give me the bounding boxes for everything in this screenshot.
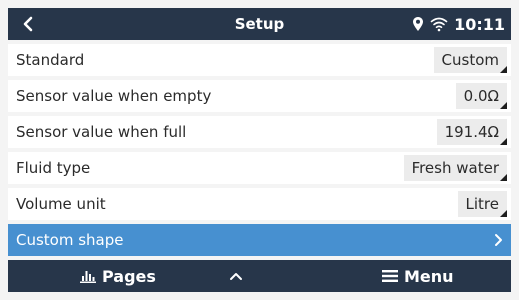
setting-volume-unit[interactable]: Volume unit Litre — [8, 188, 511, 220]
setting-value[interactable]: 0.0Ω — [455, 83, 508, 109]
custom-shape-submenu[interactable]: Custom shape — [8, 224, 511, 256]
location-pin-icon — [413, 17, 424, 31]
setting-sensor-empty[interactable]: Sensor value when empty 0.0Ω — [8, 80, 511, 112]
setting-label: Fluid type — [16, 159, 91, 177]
setting-label: Volume unit — [16, 195, 106, 213]
clock: 10:11 — [454, 14, 505, 34]
setting-label: Standard — [16, 51, 85, 69]
setting-value[interactable]: Fresh water — [403, 155, 508, 181]
bottom-bar: Pages Menu — [8, 260, 511, 292]
setting-label: Sensor value when full — [16, 123, 187, 141]
setting-label: Sensor value when empty — [16, 87, 212, 105]
back-chevron-icon — [23, 16, 33, 32]
status-area: 10:11 — [412, 8, 505, 40]
chevron-up-icon — [230, 273, 242, 280]
pages-button[interactable]: Pages — [80, 260, 156, 292]
setting-fluid-type[interactable]: Fluid type Fresh water — [8, 152, 511, 184]
pages-label: Pages — [102, 266, 156, 286]
menu-label: Menu — [404, 266, 454, 286]
screen: Setup 10:11 Standard Custom Sensor value… — [0, 0, 519, 300]
scroll-up-button[interactable] — [224, 260, 248, 292]
menu-button[interactable]: Menu — [382, 260, 454, 292]
setting-value[interactable]: Custom — [433, 47, 508, 73]
setting-value[interactable]: 191.4Ω — [436, 119, 508, 145]
hamburger-menu-icon — [382, 270, 398, 282]
top-bar: Setup 10:11 — [8, 8, 511, 40]
submenu-label: Custom shape — [16, 231, 124, 249]
chevron-right-icon — [491, 224, 507, 256]
setting-sensor-full[interactable]: Sensor value when full 191.4Ω — [8, 116, 511, 148]
setting-standard[interactable]: Standard Custom — [8, 44, 511, 76]
bar-chart-icon — [80, 271, 96, 283]
back-button[interactable] — [12, 8, 44, 40]
setting-value[interactable]: Litre — [457, 191, 508, 217]
settings-list: Standard Custom Sensor value when empty … — [8, 44, 511, 260]
wifi-icon — [430, 17, 448, 32]
